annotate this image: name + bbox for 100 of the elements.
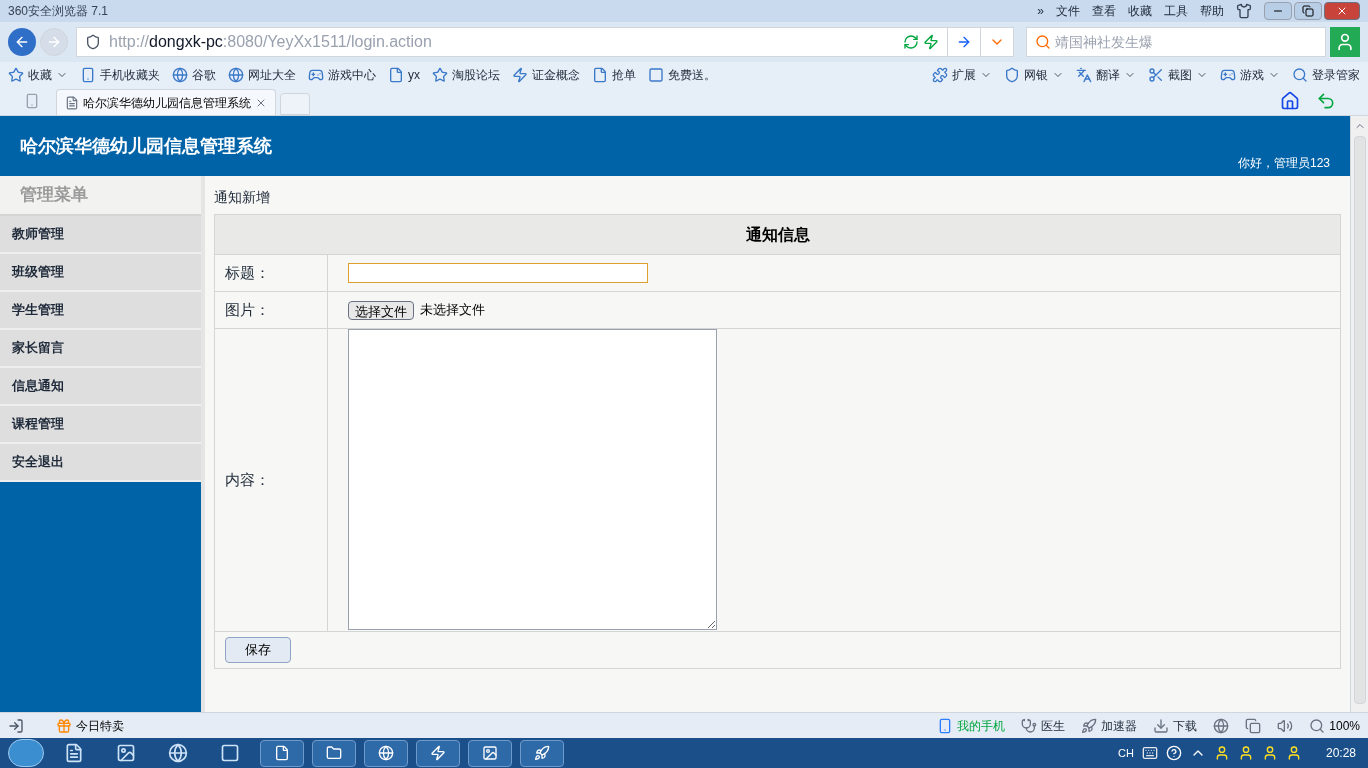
menu-heading: 管理菜单 xyxy=(20,184,88,207)
close-icon xyxy=(1336,5,1348,17)
taskbar-app-button[interactable] xyxy=(364,739,408,767)
bookmark-link[interactable]: 淘股论坛 xyxy=(452,66,500,84)
bookmark-icon xyxy=(592,67,608,83)
restore-button[interactable] xyxy=(1294,2,1322,20)
menu-item[interactable]: 文件 xyxy=(1056,2,1080,20)
menu-item[interactable]: 收藏 xyxy=(1128,2,1152,20)
gift-icon xyxy=(56,717,72,734)
toolbar-button[interactable]: 游戏 xyxy=(1240,66,1264,84)
forward-arrow-icon xyxy=(46,34,62,50)
sidebar-item[interactable]: 教师管理 xyxy=(0,216,201,254)
status-icon xyxy=(1081,717,1098,734)
skin-icon[interactable] xyxy=(1236,3,1252,19)
field-label: 标题： xyxy=(225,262,270,283)
browser-icon[interactable] xyxy=(1213,717,1230,734)
home-icon[interactable] xyxy=(1280,91,1300,111)
sidebar-item[interactable]: 信息通知 xyxy=(0,368,201,406)
tool-icon xyxy=(1004,67,1020,83)
taskbar-app-button[interactable] xyxy=(468,739,512,767)
taskbar-app-button[interactable] xyxy=(312,739,356,767)
sidebar-toggle-icon[interactable] xyxy=(8,717,24,734)
menu-item[interactable]: 帮助 xyxy=(1200,2,1224,20)
menu-item[interactable]: » xyxy=(1037,2,1044,20)
tool-icon xyxy=(1076,67,1092,83)
help-icon[interactable] xyxy=(1165,745,1182,761)
file-status: 未选择文件 xyxy=(420,301,485,320)
breadcrumb: 通知新增 xyxy=(214,187,271,207)
app-icon xyxy=(274,745,290,761)
restore-icon xyxy=(1302,5,1314,17)
bookmark-icon xyxy=(80,67,96,83)
minimize-button[interactable] xyxy=(1264,2,1292,20)
taskbar-app-button[interactable] xyxy=(260,739,304,767)
shield-icon xyxy=(85,34,101,50)
bookmark-icon xyxy=(648,67,664,83)
title-input[interactable] xyxy=(348,263,648,283)
bookmark-link[interactable]: 手机收藏夹 xyxy=(100,66,160,84)
volume-icon[interactable] xyxy=(1277,717,1294,734)
taskbar-icon[interactable] xyxy=(168,743,188,763)
back-button[interactable] xyxy=(8,28,36,56)
menu-item[interactable]: 工具 xyxy=(1164,2,1188,20)
bookmark-icon xyxy=(172,67,188,83)
close-button[interactable] xyxy=(1324,2,1360,20)
clock[interactable]: 20:28 xyxy=(1325,744,1356,762)
undo-icon[interactable] xyxy=(1316,91,1336,111)
zoom-level[interactable]: 100% xyxy=(1329,716,1360,735)
keyboard-icon[interactable] xyxy=(1141,745,1158,761)
account-button[interactable] xyxy=(1330,27,1360,57)
toolbar-button[interactable]: 登录管家 xyxy=(1312,66,1360,84)
tool-icon xyxy=(932,67,948,83)
lightning-icon[interactable] xyxy=(923,34,939,50)
form-heading: 通知信息 xyxy=(745,224,810,245)
taskbar-app-button[interactable] xyxy=(416,739,460,767)
status-link[interactable]: 医生 xyxy=(1041,716,1066,735)
sidebar-item[interactable]: 安全退出 xyxy=(0,444,201,482)
bookmark-link[interactable]: 免费送。 xyxy=(668,66,716,84)
sidebar-item[interactable]: 课程管理 xyxy=(0,406,201,444)
status-link[interactable]: 下载 xyxy=(1173,716,1198,735)
user-icon xyxy=(1335,32,1355,52)
address-field[interactable]: http://dongxk-pc:8080/YeyXx1511/login.action xyxy=(76,27,1014,57)
bookmark-link[interactable]: 游戏中心 xyxy=(328,66,376,84)
sidebar-item[interactable]: 班级管理 xyxy=(0,254,201,292)
bookmark-link[interactable]: 网址大全 xyxy=(248,66,296,84)
taskbar-icon[interactable] xyxy=(64,743,84,763)
toolbar-button[interactable]: 网银 xyxy=(1024,66,1048,84)
bookmark-link[interactable]: 抢单 xyxy=(612,66,636,84)
taskbar-app-button[interactable] xyxy=(520,739,564,767)
status-link[interactable]: 加速器 xyxy=(1101,716,1138,735)
app-icon xyxy=(326,745,342,761)
status-icon xyxy=(1021,717,1038,734)
toolbar-button[interactable]: 扩展 xyxy=(952,66,976,84)
bookmark-icon xyxy=(228,67,244,83)
taskbar-icon[interactable] xyxy=(116,743,136,763)
toolbar-button[interactable]: 截图 xyxy=(1168,66,1192,84)
choose-file-button[interactable]: 选择文件 xyxy=(348,300,414,320)
language-indicator[interactable]: CH xyxy=(1118,744,1134,762)
bookmark-link[interactable]: 谷歌 xyxy=(192,66,216,84)
windows-icon[interactable] xyxy=(1245,717,1262,734)
start-button[interactable] xyxy=(8,739,44,767)
menu-item[interactable]: 查看 xyxy=(1092,2,1116,20)
bookmark-link[interactable]: 证金概念 xyxy=(532,66,580,84)
bookmark-link[interactable]: 收藏 xyxy=(28,66,52,84)
bookmark-link[interactable]: yx xyxy=(408,66,420,84)
bookmark-icon xyxy=(8,67,24,83)
app-icon xyxy=(430,745,446,761)
browser-tab[interactable]: 哈尔滨华德幼儿园信息管理系统 xyxy=(56,89,276,115)
toolbar-button[interactable]: 翻译 xyxy=(1096,66,1120,84)
app-icon xyxy=(482,745,498,761)
scrollbar[interactable] xyxy=(1350,116,1368,712)
sidebar-item[interactable]: 学生管理 xyxy=(0,292,201,330)
sidebar-item[interactable]: 家长留言 xyxy=(0,330,201,368)
refresh-icon[interactable] xyxy=(903,34,919,50)
save-button[interactable]: 保存 xyxy=(225,637,291,663)
status-link[interactable]: 今日特卖 xyxy=(76,716,124,735)
switch-icon[interactable] xyxy=(956,34,972,50)
bookmark-icon xyxy=(512,67,528,83)
taskbar-icon[interactable] xyxy=(220,743,240,763)
status-icon xyxy=(1153,717,1170,734)
page-icon xyxy=(65,95,79,110)
site-title: 哈尔滨华德幼儿园信息管理系统 xyxy=(20,134,272,158)
